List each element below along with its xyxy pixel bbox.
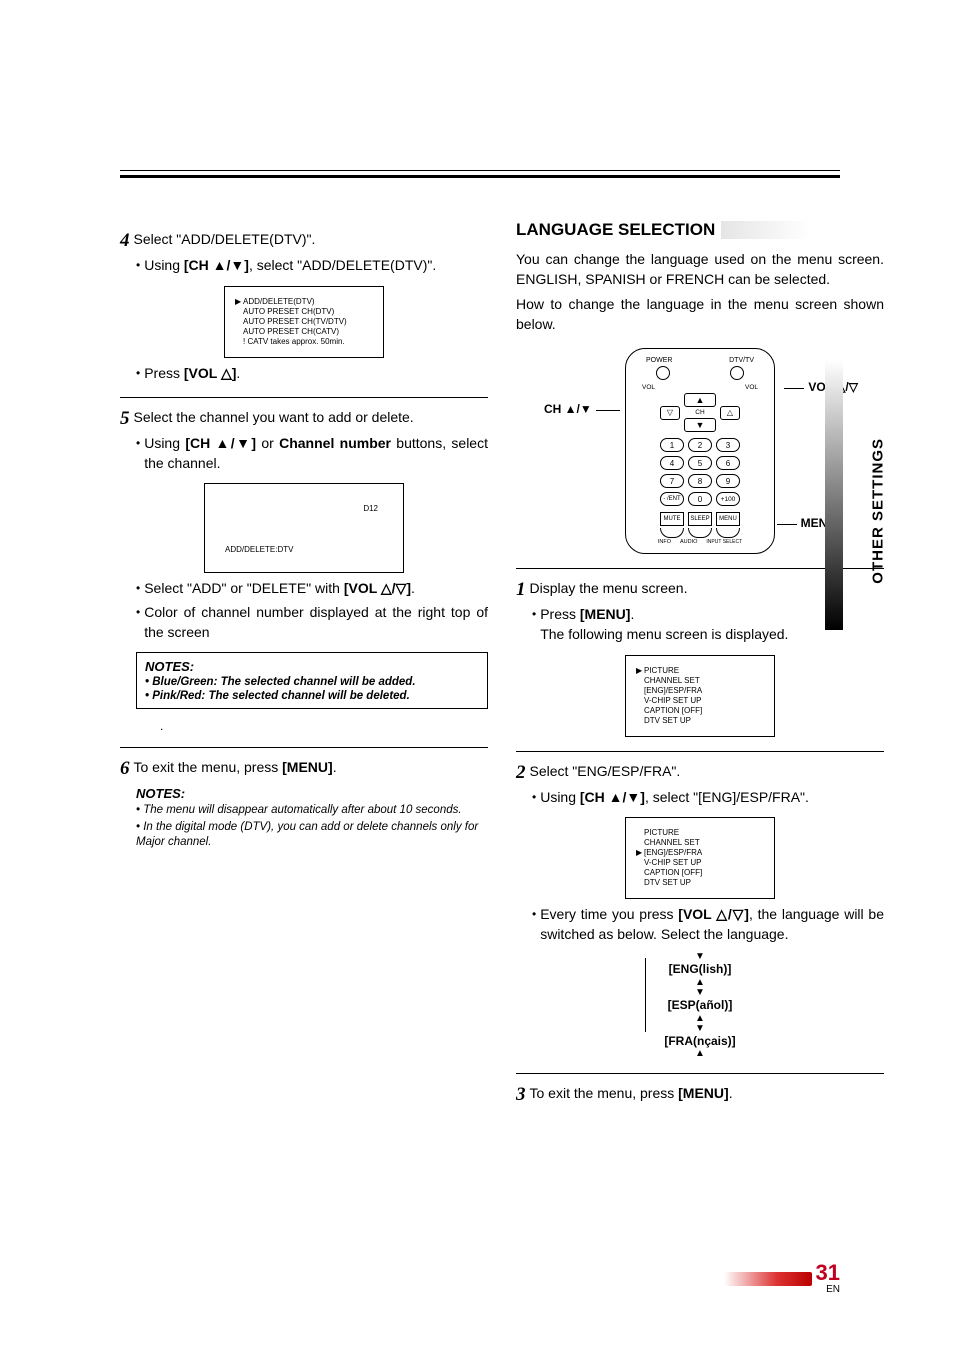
step-4: 4 Select "ADD/DELETE(DTV)". [120, 230, 488, 252]
ch-up-icon: ▲ [684, 393, 716, 407]
notes-header: NOTES: [145, 659, 479, 674]
page: 4 Select "ADD/DELETE(DTV)". • Using [CH … [0, 0, 954, 1351]
notes-plain-2: • In the digital mode (DTV), you can add… [136, 820, 488, 850]
side-tab-text: OTHER SETTINGS [870, 438, 887, 584]
callout-ch: CH ▲/▼ [544, 402, 620, 416]
num-3: 3 [716, 438, 740, 452]
ch-down-icon: ▼ [684, 418, 716, 432]
channel-ad: ADD/DELETE:DTV [225, 545, 293, 554]
menu-button: MENU [716, 512, 740, 526]
num-2: 2 [688, 438, 712, 452]
bullet-dot: • [136, 366, 140, 380]
step-4-bullet: Using [CH ▲/▼], select "ADD/DELETE(DTV)"… [144, 256, 436, 276]
section-heading: LANGUAGE SELECTION [516, 220, 884, 240]
step-1-bullet: Press [MENU]. The following menu screen … [540, 605, 788, 644]
num-6: 6 [716, 456, 740, 470]
stray-dot: . [160, 719, 488, 733]
arrow-updown-icon: ▲▼ [625, 978, 775, 998]
step-6: 6 To exit the menu, press [MENU]. [120, 758, 488, 780]
menu-box-2: PICTURE CHANNEL SET ▶[ENG]/ESP/FRA V-CHI… [625, 817, 775, 899]
num-4: 4 [660, 456, 684, 470]
step-number-2: 2 [516, 762, 526, 784]
callout-vol: VOL △/▽ [784, 380, 858, 394]
step-2-bullet: Using [CH ▲/▼], select "[ENG]/ESP/FRA". [540, 788, 809, 808]
menu-box-add-delete: ▶ADD/DELETE(DTV) AUTO PRESET CH(DTV) AUT… [224, 286, 384, 358]
step-3: 3 To exit the menu, press [MENU]. [516, 1084, 884, 1106]
step-5-bullet-1: Using [CH ▲/▼] or Channel number buttons… [144, 434, 488, 473]
left-column: 4 Select "ADD/DELETE(DTV)". • Using [CH … [120, 220, 488, 1106]
step-6-text: To exit the menu, press [MENU]. [134, 758, 337, 777]
num-100: +100 [716, 492, 740, 506]
step-4-text: Select "ADD/DELETE(DTV)". [134, 230, 316, 249]
top-rule [120, 170, 840, 178]
num-7: 7 [660, 474, 684, 488]
step-5-bullet-3: Color of channel number displayed at the… [144, 603, 488, 642]
section-heading-text: LANGUAGE SELECTION [516, 220, 721, 240]
vol-down-icon: ▽ [660, 406, 680, 420]
channel-d12: D12 [363, 504, 378, 513]
step-5-text: Select the channel you want to add or de… [134, 408, 414, 427]
remote-diagram: CH ▲/▼ VOL △/▽ MENU POWERDTV/TV VOLVOL ▽… [600, 348, 800, 554]
num-5: 5 [688, 456, 712, 470]
page-footer: 31 EN [724, 1260, 840, 1295]
arrow-updown-icon: ▲▼ [625, 1014, 775, 1034]
cycle-fra: [FRA(nçais)] [625, 1034, 775, 1050]
remote-outline: POWERDTV/TV VOLVOL ▽ ▲ CH ▼ △ 1 [625, 348, 775, 554]
notes-plain-header: NOTES: [136, 786, 488, 801]
cycle-esp: [ESP(añol)] [625, 998, 775, 1014]
num-8: 8 [688, 474, 712, 488]
step-number-1: 1 [516, 579, 526, 601]
intro-para-2: How to change the language in the menu s… [516, 295, 884, 334]
right-column: LANGUAGE SELECTION You can change the la… [516, 220, 884, 1106]
step-3-text: To exit the menu, press [MENU]. [530, 1084, 733, 1103]
channel-box: D12 ADD/DELETE:DTV [204, 483, 404, 573]
step-1-text: Display the menu screen. [530, 579, 688, 598]
num-9: 9 [716, 474, 740, 488]
bullet-dot: • [532, 607, 536, 621]
bullet-dot: • [136, 436, 140, 450]
step-2-every: Every time you press [VOL △/▽], the lang… [540, 905, 884, 944]
side-tab [825, 360, 843, 630]
num-0: 0 [688, 492, 712, 506]
cycle-eng: [ENG(lish)] [625, 962, 775, 978]
step-number-5: 5 [120, 408, 130, 430]
audio-arc [688, 528, 712, 538]
bullet-dot: • [136, 258, 140, 272]
step-number-4: 4 [120, 230, 130, 252]
step-number-6: 6 [120, 758, 130, 780]
dtv-tv-button-icon [730, 366, 744, 380]
notes-plain-1: • The menu will disappear automatically … [136, 803, 488, 818]
notes-line-2: • Pink/Red: The selected channel will be… [145, 690, 479, 702]
bullet-dot: • [532, 907, 536, 921]
footer-accent [724, 1272, 812, 1286]
num-1: 1 [660, 438, 684, 452]
step-5-bullet-2: Select "ADD" or "DELETE" with [VOL △/▽]. [144, 579, 415, 599]
mute-button: MUTE [660, 512, 684, 526]
power-button-icon [656, 366, 670, 380]
step-5: 5 Select the channel you want to add or … [120, 408, 488, 430]
bullet-dot: • [136, 605, 140, 619]
num-ent: - /ENT [660, 492, 684, 506]
intro-para-1: You can change the language used on the … [516, 250, 884, 289]
bullet-dot: • [532, 790, 536, 804]
notes-line-1: • Blue/Green: The selected channel will … [145, 676, 479, 688]
step-2: 2 Select "ENG/ESP/FRA". [516, 762, 884, 784]
arrow-up-icon: ▲ [625, 1049, 775, 1059]
language-cycle: ▼ [ENG(lish)] ▲▼ [ESP(añol)] ▲▼ [FRA(nça… [625, 952, 775, 1059]
page-number: 31 [816, 1260, 840, 1285]
notes-box: NOTES: • Blue/Green: The selected channe… [136, 652, 488, 709]
arrow-down-icon: ▼ [625, 952, 775, 962]
sleep-button: SLEEP [688, 512, 712, 526]
input-arc [716, 528, 740, 538]
menu-box-1: ▶PICTURE CHANNEL SET [ENG]/ESP/FRA V-CHI… [625, 655, 775, 737]
notes-plain: NOTES: • The menu will disappear automat… [136, 786, 488, 850]
info-arc [660, 528, 684, 538]
step-2-text: Select "ENG/ESP/FRA". [530, 762, 681, 781]
vol-up-icon: △ [720, 406, 740, 420]
bullet-dot: • [136, 581, 140, 595]
step-number-3: 3 [516, 1084, 526, 1106]
step-4-press: Press [VOL △]. [144, 364, 240, 384]
